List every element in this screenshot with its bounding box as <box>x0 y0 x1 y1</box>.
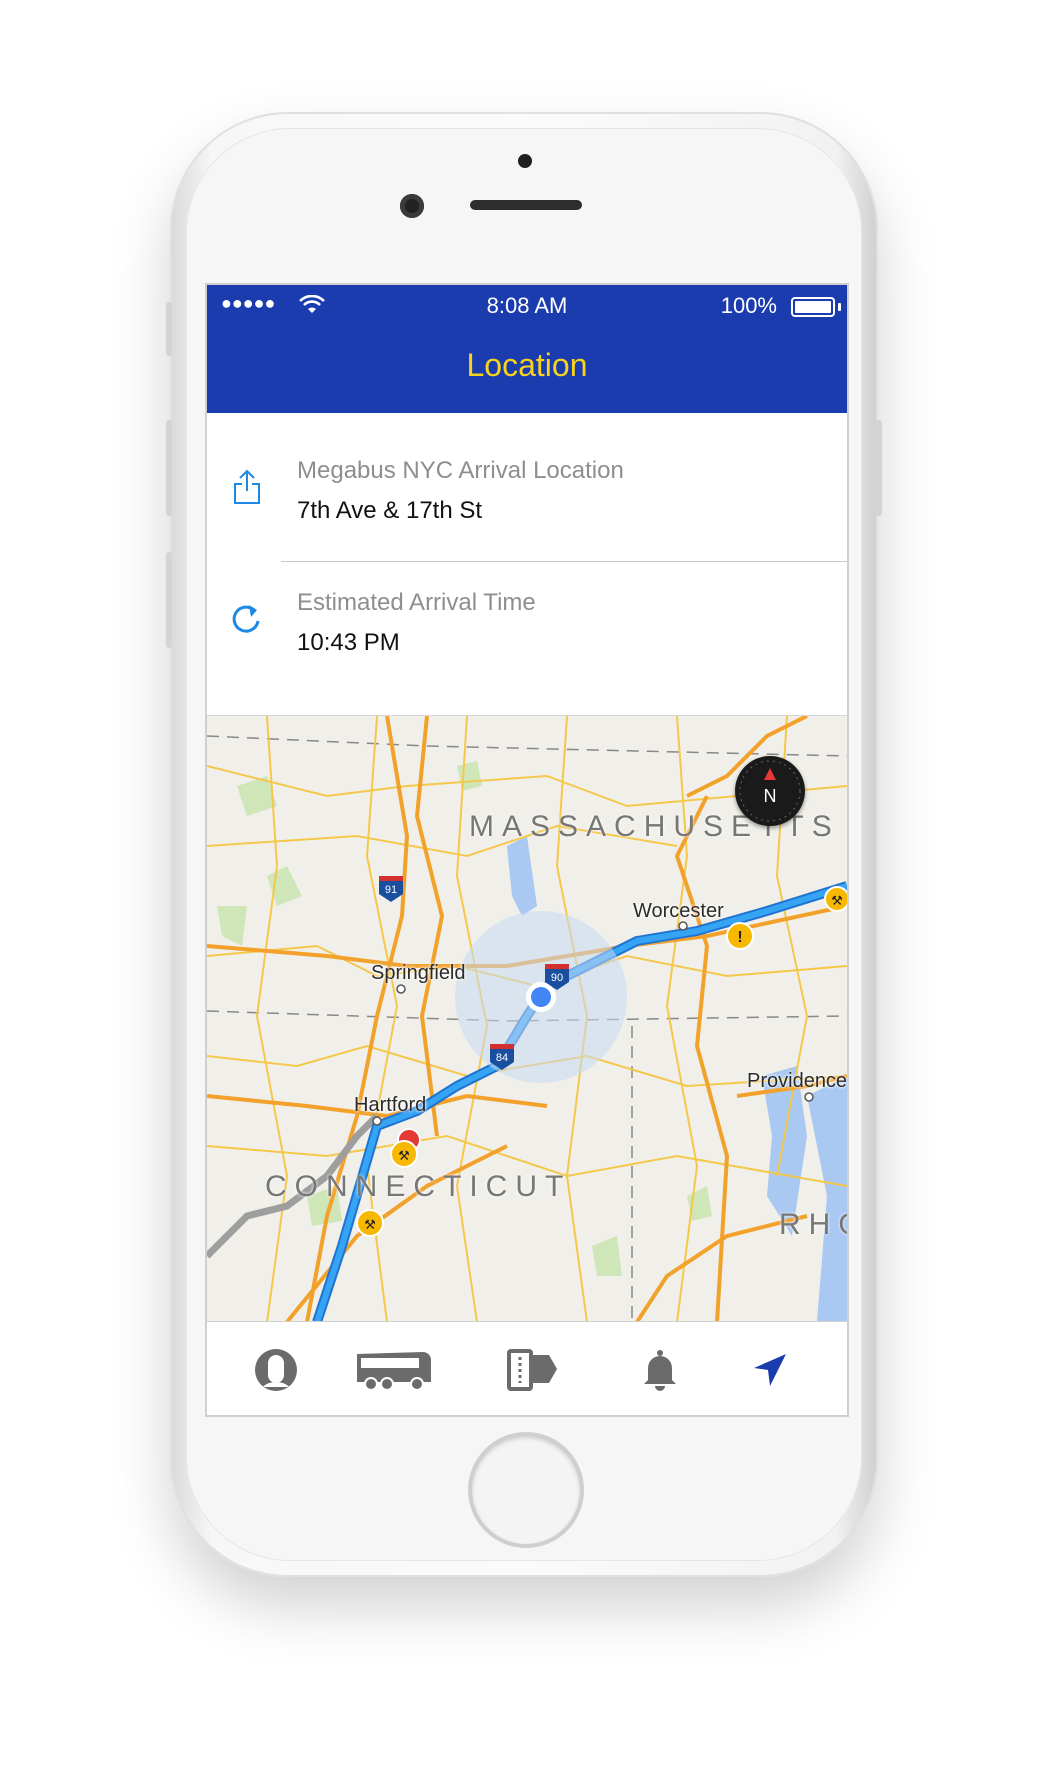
city-label-springfield: Springfield <box>371 962 466 984</box>
city-label-worcester: Worcester <box>633 900 724 922</box>
earpiece-speaker <box>470 200 582 210</box>
row-divider <box>281 561 847 562</box>
compass-north-label: N <box>763 786 777 806</box>
bay-water <box>807 1076 847 1322</box>
status-bar: ●●●●● 8:08 AM 100% <box>207 285 847 325</box>
shield-90-text: 90 <box>551 972 563 984</box>
front-camera <box>400 194 424 218</box>
city-dot <box>372 1116 382 1126</box>
tab-alerts[interactable] <box>615 1344 705 1396</box>
svg-text:⚒: ⚒ <box>364 1218 376 1233</box>
arrival-location-value: 7th Ave & 17th St <box>297 497 483 524</box>
reservoir <box>507 836 537 916</box>
battery-icon <box>791 297 835 317</box>
bus-icon <box>357 1352 431 1391</box>
current-location-dot[interactable] <box>531 987 551 1007</box>
state-label-connecticut: CONNECTICUT <box>265 1170 572 1203</box>
svg-text:⚒: ⚒ <box>831 894 843 909</box>
arrival-location-row[interactable]: Megabus NYC Arrival Location 7th Ave & 1… <box>207 413 847 561</box>
tab-bus[interactable] <box>349 1344 439 1396</box>
park-area <box>217 906 247 946</box>
bell-icon <box>644 1350 676 1391</box>
construction-marker[interactable]: ⚒ <box>390 1140 418 1168</box>
shield-91-text: 91 <box>385 884 397 896</box>
state-label-rhode-island: RHO <box>779 1208 847 1241</box>
construction-marker[interactable]: ⚒ <box>824 886 847 912</box>
arrival-time-value: 10:43 PM <box>297 629 400 656</box>
volume-up-button <box>166 420 172 516</box>
tab-profile[interactable] <box>231 1344 321 1396</box>
route-map[interactable]: 91 84 90 ! ⚒ ⚒ ⚒ MASSACHUSETTS CONNECTIC… <box>207 715 847 1322</box>
park-area <box>592 1236 622 1276</box>
volume-down-button <box>166 552 172 648</box>
city-dot <box>804 1092 814 1102</box>
tab-location[interactable] <box>725 1344 815 1396</box>
city-label-hartford: Hartford <box>354 1094 427 1116</box>
navigation-bar: Location <box>207 325 847 413</box>
warning-marker[interactable]: ! <box>726 922 754 950</box>
city-label-providence: Providence <box>747 1070 847 1092</box>
tab-bar <box>207 1321 847 1415</box>
interstate-91-shield: 91 <box>379 876 403 902</box>
arrival-time-row[interactable]: Estimated Arrival Time 10:43 PM <box>207 563 847 711</box>
share-icon[interactable] <box>227 467 267 507</box>
park-area <box>457 761 482 791</box>
svg-text:!: ! <box>737 929 742 946</box>
proximity-sensor <box>518 154 532 168</box>
location-arrow-icon <box>754 1354 786 1386</box>
page-title: Location <box>466 347 588 383</box>
home-button[interactable] <box>472 1436 580 1544</box>
power-button <box>876 420 882 516</box>
arrival-time-label: Estimated Arrival Time <box>297 589 536 616</box>
battery-tip <box>838 303 841 311</box>
app-screen: ●●●●● 8:08 AM 100% Location Megabus NYC … <box>207 285 847 1415</box>
mute-switch <box>166 302 172 356</box>
refresh-icon[interactable] <box>227 599 267 639</box>
ticket-icon <box>507 1349 557 1391</box>
svg-text:⚒: ⚒ <box>398 1149 410 1164</box>
construction-marker[interactable]: ⚒ <box>356 1209 384 1237</box>
city-dot <box>396 984 406 994</box>
arrival-location-label: Megabus NYC Arrival Location <box>297 457 624 484</box>
tab-tickets[interactable] <box>487 1344 577 1396</box>
city-dot <box>678 921 688 931</box>
compass-button[interactable]: N <box>735 756 805 826</box>
battery-percent: 100% <box>720 293 777 318</box>
profile-icon <box>255 1349 297 1391</box>
shield-84-text: 84 <box>496 1052 508 1064</box>
